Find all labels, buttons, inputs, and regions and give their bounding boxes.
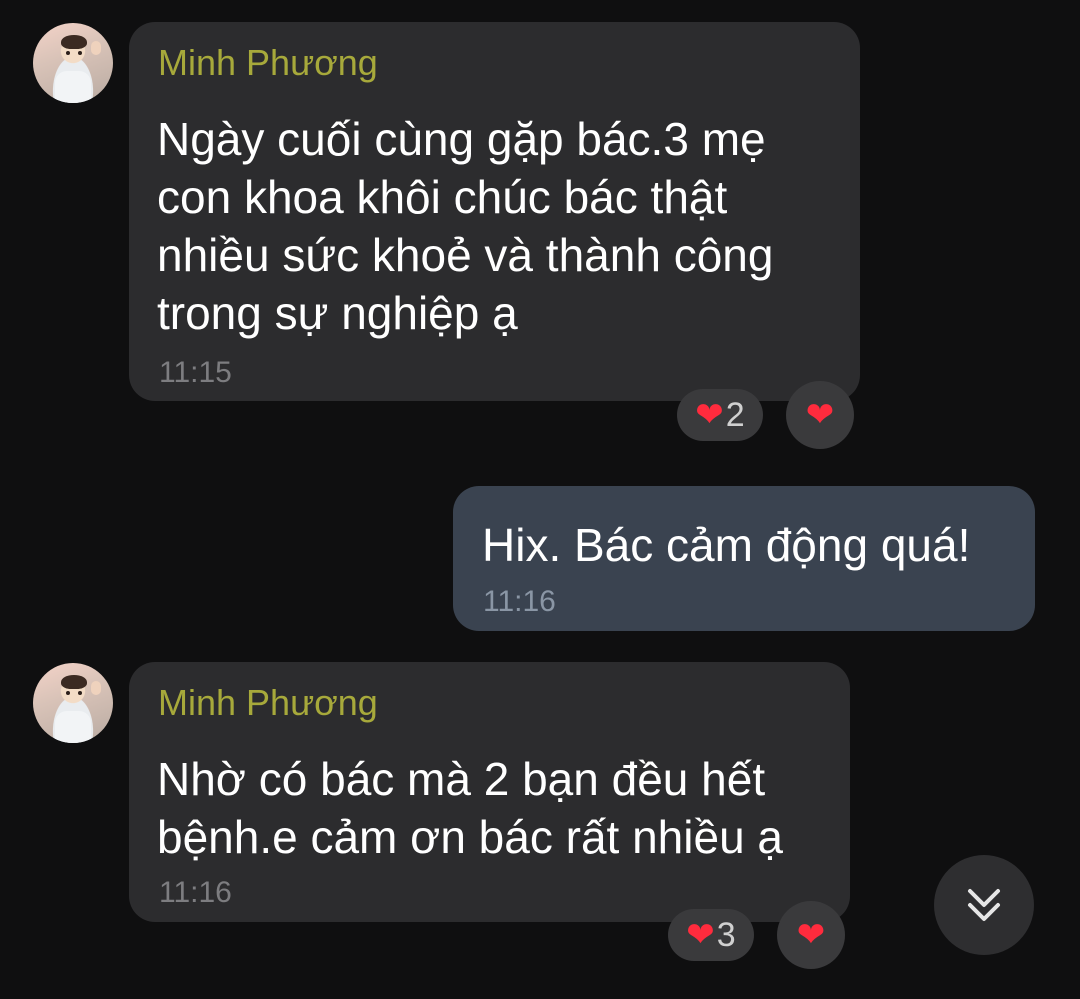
- avatar[interactable]: [33, 663, 113, 743]
- message-text: Nhờ có bác mà 2 bạn đều hết bệnh.e cảm ơ…: [157, 753, 784, 863]
- message-text: Hix. Bác cảm động quá!: [482, 519, 971, 571]
- message-time: 11:16: [159, 876, 232, 909]
- message-time: 11:15: [159, 356, 232, 389]
- heart-icon: ❤: [686, 916, 715, 954]
- message-time: 11:16: [483, 585, 556, 618]
- sender-name[interactable]: Minh Phương: [158, 682, 378, 724]
- reaction-count-chip[interactable]: ❤ 2: [677, 389, 763, 441]
- sender-name[interactable]: Minh Phương: [158, 42, 378, 84]
- heart-icon: ❤: [796, 916, 826, 954]
- heart-icon: ❤: [805, 396, 835, 434]
- reaction-count: 2: [725, 395, 745, 434]
- incoming-message-bubble[interactable]: Minh Phương Ngày cuối cùng gặp bác.3 mẹ …: [129, 22, 860, 401]
- outgoing-message-bubble[interactable]: Hix. Bác cảm động quá! 11:16: [453, 486, 1035, 631]
- add-reaction-button[interactable]: ❤: [777, 901, 845, 969]
- reaction-count-chip[interactable]: ❤ 3: [668, 909, 754, 961]
- avatar[interactable]: [33, 23, 113, 103]
- add-reaction-button[interactable]: ❤: [786, 381, 854, 449]
- scroll-to-bottom-button[interactable]: [934, 855, 1034, 955]
- reaction-count: 3: [716, 915, 736, 954]
- message-text: Ngày cuối cùng gặp bác.3 mẹ con khoa khô…: [157, 113, 774, 339]
- heart-icon: ❤: [695, 396, 724, 434]
- incoming-message-bubble[interactable]: Minh Phương Nhờ có bác mà 2 bạn đều hết …: [129, 662, 850, 922]
- chevron-double-down-icon: [968, 889, 1000, 921]
